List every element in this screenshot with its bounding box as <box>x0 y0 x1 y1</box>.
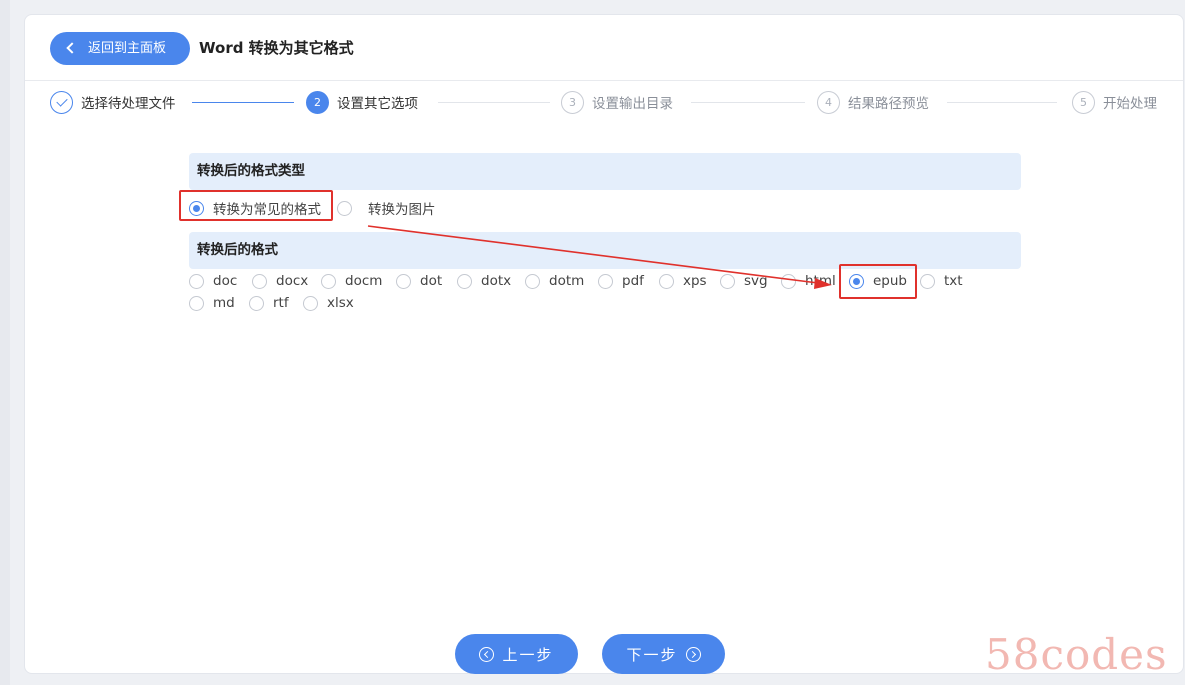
circle-chevron-left-icon <box>479 646 495 662</box>
prev-step-button[interactable]: 上一步 <box>455 634 578 674</box>
prev-step-label: 上一步 <box>502 645 554 664</box>
annotation-arrow <box>367 225 832 289</box>
next-step-button[interactable]: 下一步 <box>602 634 725 674</box>
watermark: 58codes <box>985 630 1168 679</box>
next-step-label: 下一步 <box>626 645 678 664</box>
circle-chevron-right-icon <box>685 646 701 662</box>
